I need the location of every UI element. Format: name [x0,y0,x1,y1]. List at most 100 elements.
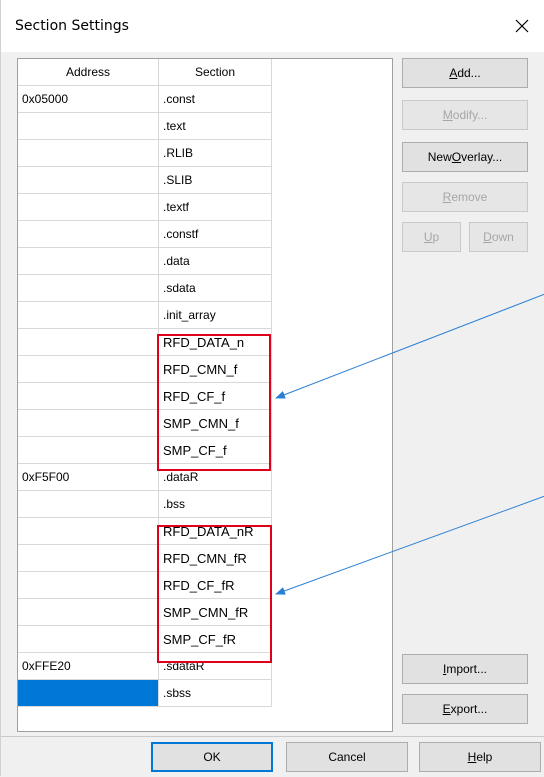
address-cell[interactable] [18,302,159,329]
table-header-row: Address Section [18,59,272,86]
section-cell[interactable]: RFD_CF_fR [159,572,272,599]
address-cell[interactable] [18,113,159,140]
address-cell[interactable] [18,572,159,599]
address-cell[interactable]: 0xFFE20 [18,653,159,680]
help-button-accel-key: H [467,750,477,764]
table-row[interactable]: .init_array [18,302,272,329]
table-row[interactable]: RFD_CMN_f [18,356,272,383]
up-button[interactable]: Up [402,222,461,252]
table-row[interactable]: 0x05000 .const [18,86,272,113]
section-cell[interactable]: .dataR [159,464,272,491]
column-header-section[interactable]: Section [159,59,272,86]
section-cell[interactable]: .textf [159,194,272,221]
address-cell[interactable] [18,680,159,707]
address-cell[interactable] [18,248,159,275]
address-cell[interactable] [18,221,159,248]
address-cell[interactable] [18,491,159,518]
new-overlay-label-post: verlay... [461,150,503,164]
section-cell[interactable]: .data [159,248,272,275]
section-cell[interactable]: .const [159,86,272,113]
section-cell[interactable]: .RLIB [159,140,272,167]
table-row[interactable]: RFD_CMN_fR [18,545,272,572]
table-row[interactable]: .text [18,113,272,140]
table-row[interactable]: RFD_DATA_n [18,329,272,356]
remove-button[interactable]: Remove [402,182,528,212]
table-row[interactable]: SMP_CF_fR [18,626,272,653]
section-cell[interactable]: SMP_CMN_f [159,410,272,437]
section-cell[interactable]: SMP_CF_fR [159,626,272,653]
dialog-title: Section Settings [15,18,129,34]
section-settings-dialog: Section Settings Address Section 0x05000… [0,0,544,777]
address-cell[interactable] [18,410,159,437]
table-row[interactable]: 0xF5F00 .dataR [18,464,272,491]
table-row[interactable]: .sdata [18,275,272,302]
section-cell[interactable]: RFD_DATA_n [159,329,272,356]
address-cell[interactable] [18,194,159,221]
table-row[interactable]: .textf [18,194,272,221]
address-cell[interactable] [18,437,159,464]
address-cell[interactable]: 0xF5F00 [18,464,159,491]
table-row[interactable]: .constf [18,221,272,248]
table-row[interactable]: .sbss [18,680,272,707]
new-overlay-button[interactable]: New Overlay... [402,142,528,172]
section-cell[interactable]: .text [159,113,272,140]
section-cell[interactable]: .sdata [159,275,272,302]
remove-button-accel-key: R [442,190,452,204]
add-button[interactable]: Add... [402,58,528,88]
section-cell[interactable]: SMP_CF_f [159,437,272,464]
address-cell[interactable] [18,599,159,626]
section-cell[interactable]: RFD_DATA_nR [159,518,272,545]
table-row[interactable]: .SLIB [18,167,272,194]
modify-button[interactable]: Modify... [402,100,528,130]
down-button[interactable]: Down [469,222,528,252]
address-cell[interactable] [18,275,159,302]
table-row[interactable]: SMP_CMN_f [18,410,272,437]
address-cell[interactable] [18,140,159,167]
section-cell[interactable]: RFD_CMN_f [159,356,272,383]
section-cell[interactable]: .bss [159,491,272,518]
table-row[interactable]: RFD_CF_f [18,383,272,410]
section-cell[interactable]: .constf [159,221,272,248]
import-button-label-post: mport... [446,662,488,676]
table-row[interactable]: RFD_DATA_nR [18,518,272,545]
up-button-accel-key: U [423,230,433,244]
import-button[interactable]: Import... [402,654,528,684]
section-cell[interactable]: .SLIB [159,167,272,194]
address-cell[interactable] [18,356,159,383]
up-button-label-post: p [432,230,440,244]
table-row[interactable]: .bss [18,491,272,518]
add-button-label-post: dd... [457,66,481,80]
table-row[interactable]: SMP_CMN_fR [18,599,272,626]
address-cell[interactable] [18,329,159,356]
cancel-button[interactable]: Cancel [286,742,408,772]
section-cell[interactable]: .init_array [159,302,272,329]
column-header-address[interactable]: Address [18,59,159,86]
modify-button-label-post: odify... [452,108,488,122]
section-cell[interactable]: .sdataR [159,653,272,680]
section-cell[interactable]: RFD_CF_f [159,383,272,410]
table-row[interactable]: .RLIB [18,140,272,167]
table-row[interactable]: 0xFFE20 .sdataR [18,653,272,680]
address-cell[interactable] [18,626,159,653]
section-cell[interactable]: RFD_CMN_fR [159,545,272,572]
remove-button-label-post: emove [451,190,488,204]
address-cell[interactable] [18,383,159,410]
table-row[interactable]: SMP_CF_f [18,437,272,464]
section-cell[interactable]: .sbss [159,680,272,707]
close-button[interactable] [499,8,544,44]
address-cell[interactable] [18,545,159,572]
add-button-accel-key: A [449,66,458,80]
address-cell[interactable]: 0x05000 [18,86,159,113]
help-button[interactable]: Help [419,742,541,772]
table-row[interactable]: RFD_CF_fR [18,572,272,599]
export-button[interactable]: Export... [402,694,528,724]
table-row[interactable]: .data [18,248,272,275]
section-table[interactable]: Address Section 0x05000 .const .text .RLIB.… [17,58,393,732]
close-icon [515,19,529,33]
title-bar: Section Settings [1,0,544,52]
export-button-label-post: xport... [450,702,488,716]
section-cell[interactable]: SMP_CMN_fR [159,599,272,626]
ok-button[interactable]: OK [151,742,273,772]
address-cell[interactable] [18,167,159,194]
address-cell[interactable] [18,518,159,545]
